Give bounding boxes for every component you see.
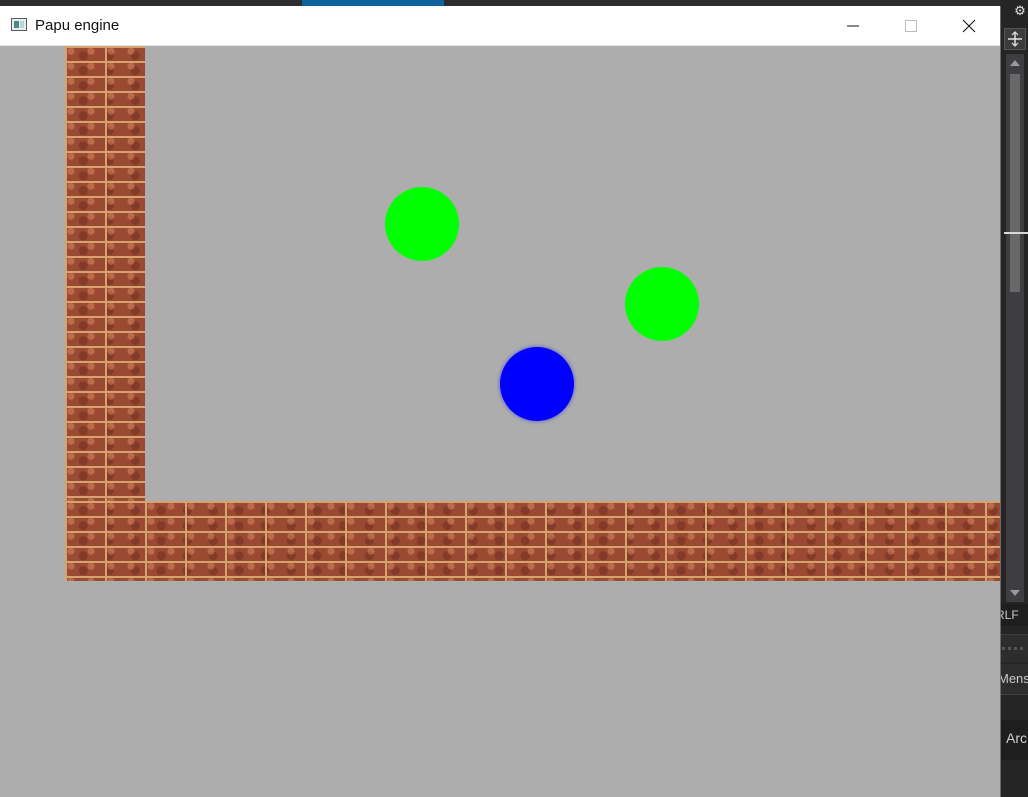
- minimize-icon: [847, 25, 859, 27]
- close-button[interactable]: [940, 6, 998, 46]
- scroll-position-marker: [1004, 232, 1028, 234]
- background-scrollbar[interactable]: [1006, 54, 1024, 602]
- grip-dot: [1014, 647, 1017, 650]
- background-panel-label-1[interactable]: Mens: [1000, 664, 1028, 695]
- game-window: Papu engine: [0, 6, 1000, 797]
- line-ending-status[interactable]: RLF: [1000, 604, 1028, 626]
- minimize-button[interactable]: [824, 6, 882, 46]
- left-wall: [65, 46, 145, 501]
- scroll-up-icon[interactable]: [1010, 60, 1020, 66]
- floor-wall: [65, 501, 1000, 581]
- maximize-button[interactable]: [882, 6, 940, 46]
- desktop: ⚙ RLF Mens Arc: [0, 0, 1028, 797]
- split-icon: [1008, 31, 1022, 47]
- scroll-down-icon[interactable]: [1010, 590, 1020, 596]
- game-canvas[interactable]: [0, 46, 1000, 797]
- scrollbar-thumb[interactable]: [1010, 74, 1020, 292]
- gear-icon[interactable]: ⚙: [1012, 2, 1028, 22]
- background-panel-gap: [1000, 695, 1028, 719]
- split-editor-button[interactable]: [1004, 28, 1026, 50]
- background-ide-panel: ⚙ RLF Mens Arc: [1000, 0, 1028, 797]
- enemy-ball: [625, 267, 699, 341]
- enemy-ball: [385, 187, 459, 261]
- grip-dot: [1008, 647, 1011, 650]
- resize-grip[interactable]: [1000, 634, 1028, 662]
- title-bar[interactable]: Papu engine: [0, 6, 1000, 46]
- background-panel-label-2[interactable]: Arc: [1000, 720, 1028, 760]
- player-ball: [500, 347, 574, 421]
- maximize-icon: [905, 20, 917, 32]
- close-icon: [962, 19, 976, 33]
- app-icon: [11, 18, 27, 31]
- grip-dot: [1002, 647, 1005, 650]
- window-title: Papu engine: [35, 17, 120, 34]
- grip-dot: [1020, 647, 1023, 650]
